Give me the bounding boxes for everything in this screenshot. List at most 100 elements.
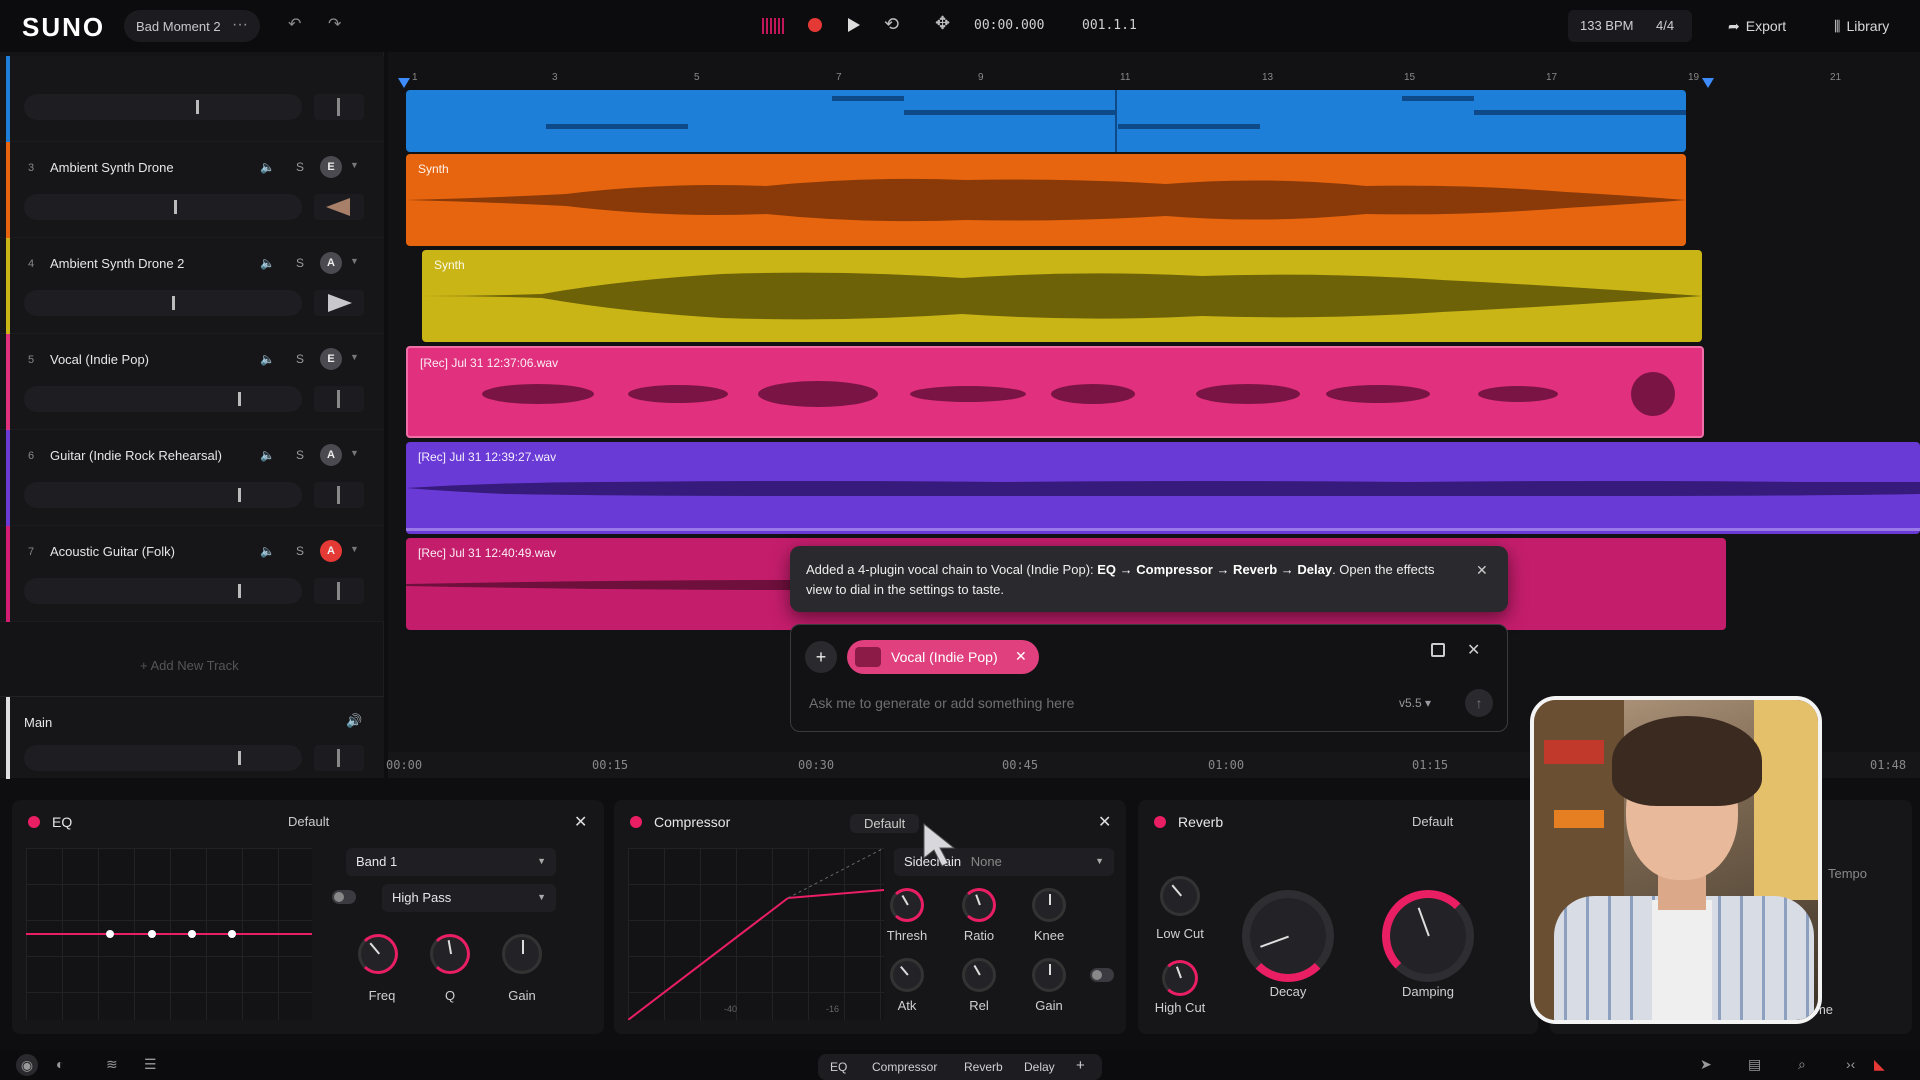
volume-fader[interactable] bbox=[24, 290, 302, 316]
track-row-4[interactable]: 4 Ambient Synth Drone 2 🔈 S A ▼ bbox=[0, 238, 384, 334]
track-type-badge[interactable]: E bbox=[320, 156, 342, 178]
expand-panel-icon[interactable] bbox=[1431, 643, 1445, 657]
low-cut-knob[interactable] bbox=[1160, 876, 1200, 916]
loop-start-marker[interactable] bbox=[398, 78, 412, 90]
track-type-badge[interactable]: E bbox=[320, 348, 342, 370]
pointer-tool-icon[interactable]: ➤ bbox=[1700, 1056, 1712, 1073]
volume-fader[interactable] bbox=[24, 386, 302, 412]
close-icon[interactable]: ✕ bbox=[1467, 640, 1480, 660]
chevron-down-icon[interactable]: ▼ bbox=[350, 160, 359, 170]
add-new-track-button[interactable]: + Add New Track bbox=[140, 658, 239, 673]
chevron-down-icon[interactable]: ▼ bbox=[350, 544, 359, 554]
volume-fader[interactable] bbox=[24, 578, 302, 604]
damping-knob[interactable] bbox=[1382, 890, 1474, 982]
redo-icon[interactable]: ↷ bbox=[328, 14, 341, 34]
makeup-gain-knob[interactable] bbox=[1032, 958, 1066, 992]
fader-thumb[interactable] bbox=[238, 584, 241, 598]
tempo-sync-button[interactable]: Tempo bbox=[1828, 866, 1867, 881]
record-flag-icon[interactable]: ◣ bbox=[1874, 1056, 1885, 1073]
time-signature[interactable]: 4/4 bbox=[1656, 18, 1674, 33]
track-row-5[interactable]: 5 Vocal (Indie Pop) 🔈 S E ▼ bbox=[0, 334, 384, 430]
plugin-power-toggle[interactable] bbox=[28, 816, 40, 828]
close-icon[interactable]: ✕ bbox=[574, 812, 587, 832]
track-name[interactable]: Ambient Synth Drone bbox=[50, 160, 174, 175]
track-row-3[interactable]: 3 Ambient Synth Drone 🔈 S E ▼ bbox=[0, 142, 384, 238]
pan-control[interactable] bbox=[314, 578, 364, 604]
preset-selector[interactable]: Default bbox=[288, 814, 329, 829]
fader-thumb[interactable] bbox=[196, 100, 199, 114]
filter-type-selector[interactable]: High Pass ▼ bbox=[382, 884, 556, 912]
pan-control[interactable] bbox=[314, 94, 364, 120]
chevron-down-icon[interactable]: ▼ bbox=[350, 352, 359, 362]
project-name-button[interactable]: Bad Moment 2 ··· bbox=[124, 10, 260, 42]
speaker-icon[interactable]: 🔈 bbox=[260, 448, 275, 462]
loop-end-marker[interactable] bbox=[1702, 78, 1716, 90]
gain-knob[interactable] bbox=[502, 934, 542, 974]
solo-button[interactable]: S bbox=[296, 544, 304, 558]
synth-clip-2[interactable]: Synth bbox=[422, 250, 1702, 342]
add-effect-button[interactable]: + bbox=[1076, 1057, 1085, 1074]
remove-chip-icon[interactable]: ✕ bbox=[1015, 648, 1027, 665]
track-type-badge[interactable]: A bbox=[320, 540, 342, 562]
broadcast-icon[interactable]: ◉ bbox=[16, 1054, 38, 1076]
preset-selector[interactable]: Default bbox=[1412, 814, 1453, 829]
main-volume-fader[interactable] bbox=[24, 745, 302, 771]
send-button[interactable]: ↑ bbox=[1465, 689, 1493, 717]
thresh-knob[interactable] bbox=[890, 888, 924, 922]
attack-knob[interactable] bbox=[890, 958, 924, 992]
track-name[interactable]: Acoustic Guitar (Folk) bbox=[50, 544, 175, 559]
track-row-partial[interactable] bbox=[0, 56, 384, 142]
tab-delay[interactable]: Delay bbox=[1024, 1060, 1055, 1074]
play-button[interactable] bbox=[848, 18, 860, 32]
bar-ruler[interactable]: 1 3 5 7 9 11 13 15 17 19 21 bbox=[388, 68, 1920, 90]
fader-thumb[interactable] bbox=[172, 296, 175, 310]
band-selector[interactable]: Band 1 ▼ bbox=[346, 848, 556, 876]
tab-eq[interactable]: EQ bbox=[830, 1060, 847, 1074]
track-type-badge[interactable]: A bbox=[320, 252, 342, 274]
record-button[interactable] bbox=[808, 18, 822, 32]
model-selector[interactable]: v5.5 ▾ bbox=[1399, 696, 1431, 710]
track-name[interactable]: Ambient Synth Drone 2 bbox=[50, 256, 184, 271]
track-context-chip[interactable]: Vocal (Indie Pop) ✕ bbox=[847, 640, 1039, 674]
compressor-curve-graph[interactable]: -40 -16 bbox=[627, 847, 885, 1021]
pan-control[interactable] bbox=[314, 482, 364, 508]
midi-clip[interactable] bbox=[406, 90, 1686, 152]
solo-button[interactable]: S bbox=[296, 448, 304, 462]
ratio-knob[interactable] bbox=[962, 888, 996, 922]
plugin-power-toggle[interactable] bbox=[630, 816, 642, 828]
pan-control[interactable] bbox=[314, 290, 364, 316]
release-knob[interactable] bbox=[962, 958, 996, 992]
close-icon[interactable]: ✕ bbox=[1476, 562, 1488, 579]
fader-thumb[interactable] bbox=[174, 200, 177, 214]
track-name[interactable]: Guitar (Indie Rock Rehearsal) bbox=[50, 448, 222, 463]
library-button[interactable]: ⫼ Library bbox=[1826, 10, 1914, 42]
main-track-row[interactable]: Main 🔊 bbox=[0, 696, 384, 779]
solo-button[interactable]: S bbox=[296, 352, 304, 366]
speaker-icon[interactable]: 🔈 bbox=[260, 256, 275, 270]
solo-button[interactable]: S bbox=[296, 256, 304, 270]
add-context-button[interactable]: + bbox=[805, 641, 837, 673]
loop-icon[interactable]: ⟲ bbox=[884, 14, 899, 35]
metronome-icon[interactable] bbox=[762, 18, 784, 34]
speaker-icon[interactable]: 🔈 bbox=[260, 544, 275, 558]
undo-icon[interactable]: ↶ bbox=[288, 14, 301, 34]
guitar-clip[interactable]: [Rec] Jul 31 12:39:27.wav bbox=[406, 442, 1920, 534]
pan-control[interactable] bbox=[314, 386, 364, 412]
tab-compressor[interactable]: Compressor bbox=[872, 1060, 937, 1074]
track-row-7[interactable]: 7 Acoustic Guitar (Folk) 🔈 S A ▼ bbox=[0, 526, 384, 622]
volume-fader[interactable] bbox=[24, 482, 302, 508]
list-view-icon[interactable]: ☰ bbox=[144, 1056, 157, 1073]
track-name[interactable]: Vocal (Indie Pop) bbox=[50, 352, 149, 367]
plugin-power-toggle[interactable] bbox=[1154, 816, 1166, 828]
knee-knob[interactable] bbox=[1032, 888, 1066, 922]
fader-thumb[interactable] bbox=[238, 488, 241, 502]
fader-thumb[interactable] bbox=[238, 751, 241, 765]
volume-fader[interactable] bbox=[24, 94, 302, 120]
fader-thumb[interactable] bbox=[238, 392, 241, 406]
decay-knob[interactable] bbox=[1242, 890, 1334, 982]
speaker-icon[interactable]: 🔈 bbox=[260, 160, 275, 174]
bpm-value[interactable]: 133 BPM bbox=[1580, 18, 1633, 33]
volume-fader[interactable] bbox=[24, 194, 302, 220]
zoom-icon[interactable]: ⌕ bbox=[1798, 1056, 1806, 1073]
track-type-badge[interactable]: A bbox=[320, 444, 342, 466]
